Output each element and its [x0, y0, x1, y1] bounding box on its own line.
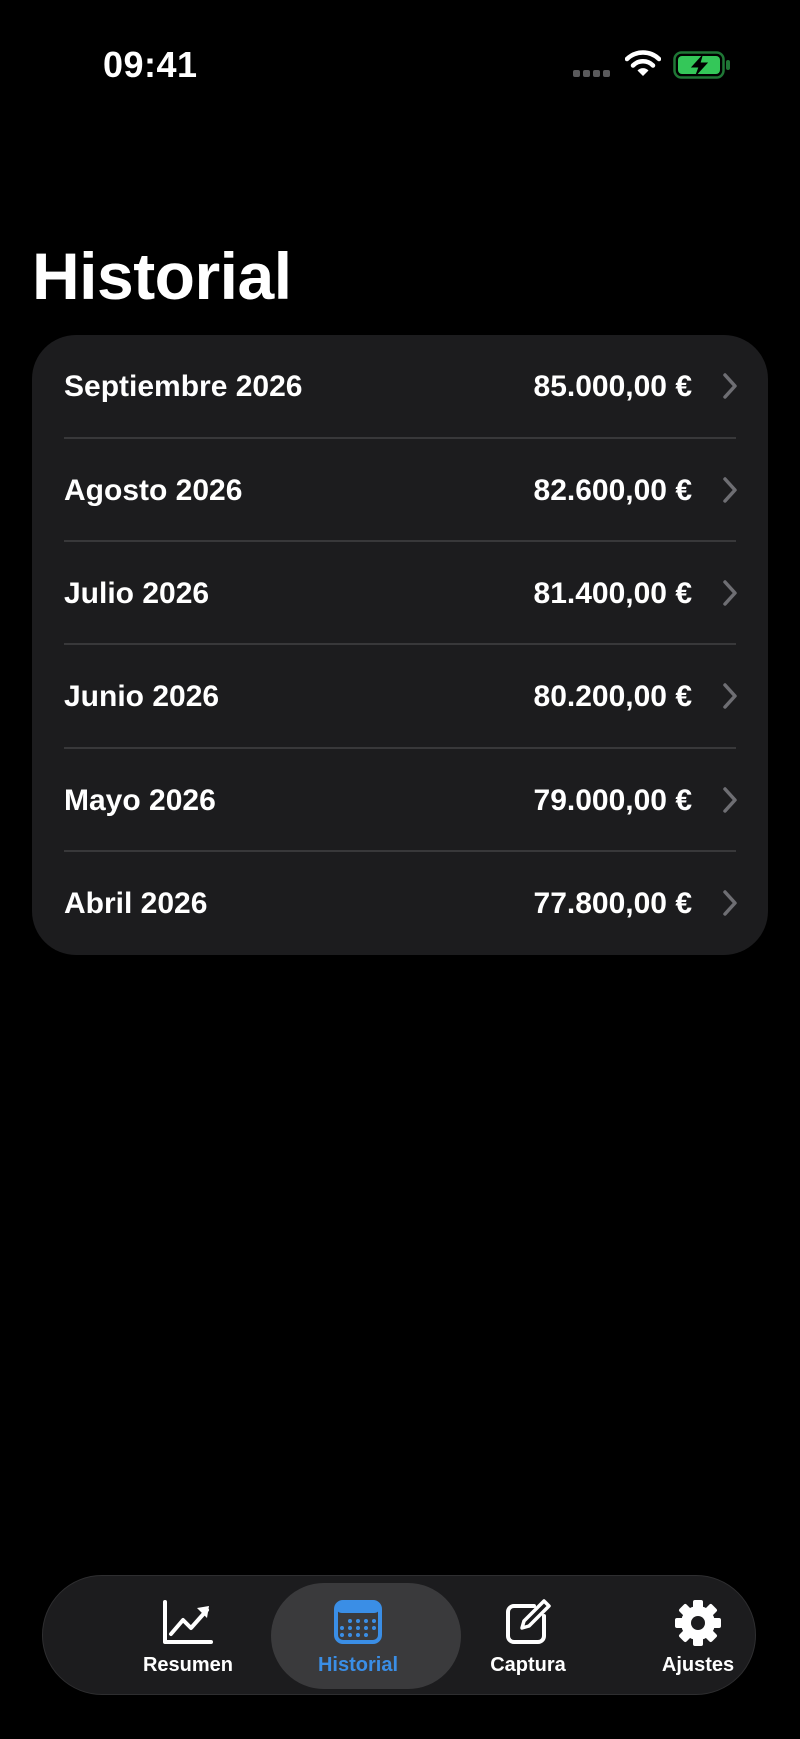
history-amount: 79.000,00 € [533, 784, 692, 817]
history-amount: 81.400,00 € [533, 577, 692, 610]
chevron-right-icon [723, 890, 737, 916]
history-row-may[interactable]: Mayo 2026 79.000,00 € [32, 749, 768, 852]
battery-charging-icon [673, 51, 730, 79]
history-amount: 77.800,00 € [533, 887, 692, 920]
calendar-icon [334, 1600, 382, 1644]
chevron-right-icon [723, 683, 737, 709]
tab-label: Captura [490, 1654, 566, 1676]
cellular-signal-icon [573, 70, 610, 77]
gear-icon [675, 1600, 721, 1646]
history-amount: 85.000,00 € [533, 370, 692, 403]
page-title: Historial [32, 239, 292, 313]
chevron-right-icon [723, 477, 737, 503]
tab-historial[interactable]: Historial [271, 1576, 461, 1694]
tab-label: Historial [317, 1654, 399, 1676]
tab-ajustes[interactable]: Ajustes [613, 1576, 783, 1694]
status-time: 09:41 [103, 44, 198, 85]
history-row-july[interactable]: Julio 2026 81.400,00 € [32, 542, 768, 645]
history-amount: 82.600,00 € [533, 474, 692, 507]
history-list: Septiembre 2026 85.000,00 € Agosto 2026 … [32, 335, 768, 955]
history-month: Mayo 2026 [64, 784, 216, 817]
history-month: Junio 2026 [64, 680, 220, 713]
history-month: Agosto 2026 [64, 474, 243, 507]
tab-label: Ajustes [661, 1654, 735, 1676]
edit-icon [506, 1599, 551, 1644]
history-month: Julio 2026 [64, 577, 210, 610]
history-row-august[interactable]: Agosto 2026 82.600,00 € [32, 439, 768, 542]
wifi-icon [625, 50, 661, 76]
tab-captura[interactable]: Captura [443, 1576, 613, 1694]
tab-label: Resumen [142, 1654, 234, 1676]
chevron-right-icon [723, 373, 737, 399]
chevron-right-icon [723, 580, 737, 606]
history-amount: 80.200,00 € [533, 680, 692, 713]
history-month: Abril 2026 [64, 887, 208, 920]
tab-resumen[interactable]: Resumen [103, 1576, 273, 1694]
chart-line-icon [163, 1600, 213, 1644]
history-row-september[interactable]: Septiembre 2026 85.000,00 € [32, 335, 768, 438]
history-month: Septiembre 2026 [64, 370, 303, 403]
history-row-april[interactable]: Abril 2026 77.800,00 € [32, 852, 768, 955]
status-bar: 09:41 [0, 0, 800, 130]
chevron-right-icon [723, 787, 737, 813]
history-row-june[interactable]: Junio 2026 80.200,00 € [32, 645, 768, 748]
tab-bar: Resumen Historial Captura Ajustes [42, 1575, 756, 1695]
